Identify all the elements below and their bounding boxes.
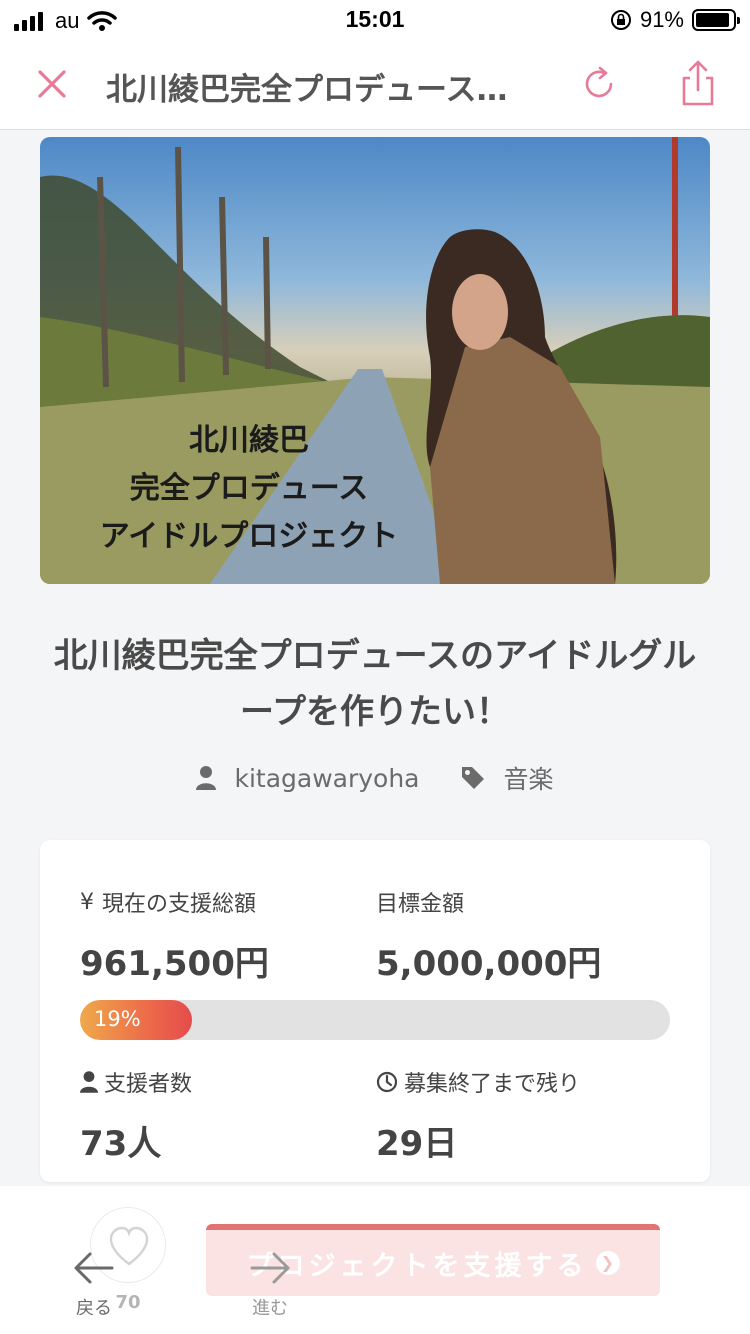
browser-toolbar: 戻る 進む	[0, 1240, 750, 1334]
page-title: 北川綾巴完全プロデュース…	[106, 72, 508, 108]
remaining-value: 29日	[376, 1124, 458, 1164]
nav-bar: 北川綾巴完全プロデュース…	[0, 40, 750, 130]
current-amount-label-text: 現在の支援総額	[102, 892, 257, 917]
project-meta: kitagawaryoha 音楽	[0, 760, 750, 796]
remaining-label-text: 募集終了まで残り	[404, 1072, 581, 1097]
goal-amount-value: 5,000,000円	[376, 944, 602, 984]
forward-button[interactable]: 進む	[240, 1250, 300, 1320]
share-icon[interactable]	[676, 58, 720, 108]
project-title: 北川綾巴完全プロデュースのアイドルグループを作りたい！	[53, 636, 697, 732]
back-label: 戻る	[76, 1298, 112, 1319]
tag-icon	[461, 767, 484, 789]
close-icon[interactable]	[34, 66, 70, 102]
project-owner[interactable]: kitagawaryoha	[234, 764, 419, 793]
reload-icon[interactable]	[578, 62, 620, 104]
project-category[interactable]: 音楽	[504, 760, 554, 796]
user-icon	[196, 766, 217, 790]
hero-caption-line: 北川綾巴	[189, 423, 309, 458]
arrow-left-icon	[74, 1252, 114, 1284]
forward-label: 進む	[252, 1298, 288, 1319]
clock-icon	[376, 1071, 398, 1093]
funding-stats-card: ¥ 現在の支援総額 961,500円 目標金額 5,000,000円 19% 支…	[40, 840, 710, 1182]
hero-caption-line: 完全プロデュース	[129, 471, 369, 506]
battery-icon	[692, 9, 740, 31]
remaining-label: 募集終了まで残り	[376, 1066, 580, 1098]
goal-amount-label: 目標金額	[376, 892, 465, 917]
supporters-label-text: 支援者数	[104, 1072, 193, 1097]
current-amount-value: 961,500円	[80, 944, 269, 984]
battery-percent: 91%	[639, 7, 684, 32]
status-right: 91%	[610, 7, 740, 33]
progress-fill: 19%	[80, 1000, 193, 1040]
project-hero-image: 北川綾巴 完全プロデュース アイドルプロジェクト	[40, 137, 710, 584]
supporters-value: 73人	[80, 1124, 162, 1164]
current-amount-label: ¥ 現在の支援総額	[80, 886, 256, 918]
user-icon	[80, 1071, 98, 1093]
orientation-lock-icon	[610, 10, 631, 30]
arrow-right-icon	[250, 1252, 290, 1284]
supporters-label: 支援者数	[80, 1066, 192, 1098]
yen-icon: ¥	[80, 889, 94, 915]
status-bar: au 15:01 91%	[0, 0, 750, 40]
progress-percent: 19%	[94, 1007, 141, 1031]
funding-progress-bar: 19%	[80, 1000, 670, 1040]
back-button[interactable]: 戻る	[64, 1250, 124, 1320]
hero-caption: 北川綾巴 完全プロデュース アイドルプロジェクト	[64, 417, 434, 561]
hero-caption-line: アイドルプロジェクト	[99, 519, 399, 554]
